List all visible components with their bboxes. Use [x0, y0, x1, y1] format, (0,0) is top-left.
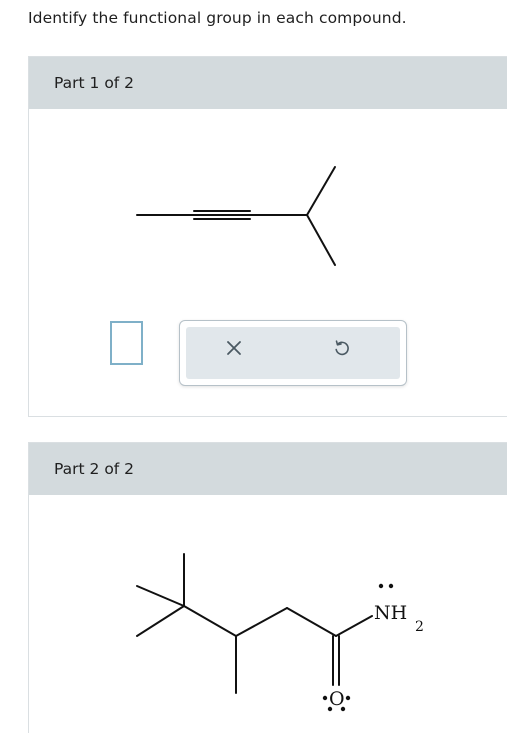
instruction-text: Identify the functional group in each co…	[28, 9, 407, 27]
bond-to-ch	[183, 605, 237, 637]
o-lone-pair-dot-right	[345, 695, 351, 701]
bond-to-nitrogen	[335, 615, 373, 637]
answer-input-box[interactable]	[110, 321, 143, 365]
undo-button[interactable]	[328, 334, 356, 362]
n-lone-pair-dot-2	[388, 583, 394, 589]
bond-branch-down	[306, 214, 336, 266]
bond-to-carbonyl	[286, 607, 337, 637]
o-lone-pair-dot-left	[322, 695, 328, 701]
undo-icon	[335, 340, 349, 356]
amide-structure: NH 2 O	[136, 553, 424, 712]
n-lone-pair-dot-1	[378, 583, 384, 589]
part-1-panel: Part 1 of 2	[28, 56, 507, 417]
clear-button[interactable]	[220, 334, 248, 362]
nitrogen-subscript: 2	[415, 619, 424, 635]
alkyne-structure	[136, 166, 336, 266]
nitrogen-label: NH	[374, 602, 407, 624]
tbutyl-left-up	[136, 585, 185, 607]
answer-toolbar-inner	[186, 327, 400, 379]
part-2-panel: Part 2 of 2 NH 2 O	[28, 442, 507, 733]
answer-toolbar	[179, 320, 407, 386]
x-icon	[227, 341, 241, 355]
bond-to-ch2	[235, 607, 288, 637]
oxygen-label: O	[329, 688, 345, 710]
tbutyl-left-down	[136, 605, 185, 637]
bond-branch-up	[306, 166, 336, 216]
